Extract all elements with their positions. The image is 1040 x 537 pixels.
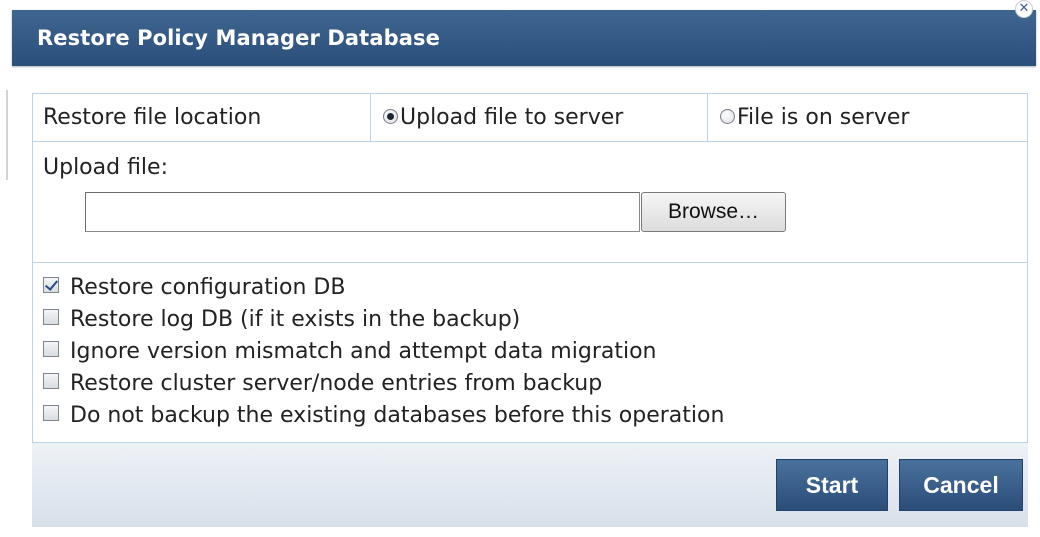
page: Restore Policy Manager Database ✕ Restor…: [0, 0, 1040, 537]
checkbox-checked-icon[interactable]: [43, 277, 59, 293]
restore-log-db-option[interactable]: Restore log DB (if it exists in the back…: [43, 305, 520, 335]
upload-to-server-label: Upload file to server: [400, 105, 624, 130]
background-edge: [6, 90, 8, 180]
restore-dialog: Restore Policy Manager Database ✕ Restor…: [12, 0, 1040, 537]
dialog-footer: Start Cancel: [32, 443, 1028, 527]
restore-cluster-entries-label: Restore cluster server/node entries from…: [70, 371, 603, 396]
checkbox-unchecked-icon[interactable]: [43, 405, 59, 421]
upload-file-label: Upload file:: [43, 155, 168, 180]
restore-location-label: Restore file location: [33, 94, 371, 141]
checkbox-unchecked-icon[interactable]: [43, 373, 59, 389]
close-icon: ✕: [1018, 1, 1030, 16]
ignore-version-mismatch-option[interactable]: Ignore version mismatch and attempt data…: [43, 337, 656, 367]
browse-button[interactable]: Browse…: [641, 192, 786, 232]
file-on-server-label: File is on server: [737, 105, 910, 130]
restore-cluster-entries-option[interactable]: Restore cluster server/node entries from…: [43, 369, 602, 399]
options-table: Restore file location Upload file to ser…: [32, 93, 1028, 443]
skip-backup-option[interactable]: Do not backup the existing databases bef…: [43, 401, 724, 431]
restore-options-list: Restore configuration DB Restore log DB …: [33, 263, 1027, 443]
upload-file-row: Upload file: Browse…: [33, 142, 1027, 263]
start-button[interactable]: Start: [776, 459, 888, 511]
cancel-button[interactable]: Cancel: [899, 459, 1023, 511]
dialog-body: Restore file location Upload file to ser…: [32, 93, 1028, 527]
upload-to-server-option[interactable]: Upload file to server: [371, 94, 708, 141]
dialog-title: Restore Policy Manager Database: [37, 26, 440, 50]
checkbox-unchecked-icon[interactable]: [43, 309, 59, 325]
file-on-server-option[interactable]: File is on server: [708, 94, 1027, 141]
restore-location-row: Restore file location Upload file to ser…: [33, 94, 1027, 142]
radio-selected-icon[interactable]: [383, 108, 398, 124]
dialog-titlebar: Restore Policy Manager Database: [12, 10, 1036, 66]
checkbox-unchecked-icon[interactable]: [43, 341, 59, 357]
skip-backup-label: Do not backup the existing databases bef…: [70, 403, 725, 428]
restore-config-db-label: Restore configuration DB: [70, 275, 346, 300]
close-button[interactable]: ✕: [1015, 0, 1033, 18]
ignore-version-mismatch-label: Ignore version mismatch and attempt data…: [70, 339, 657, 364]
restore-log-db-label: Restore log DB (if it exists in the back…: [70, 307, 521, 332]
restore-config-db-option[interactable]: Restore configuration DB: [43, 273, 345, 303]
upload-file-input[interactable]: [85, 192, 640, 232]
radio-unselected-icon[interactable]: [720, 108, 735, 124]
